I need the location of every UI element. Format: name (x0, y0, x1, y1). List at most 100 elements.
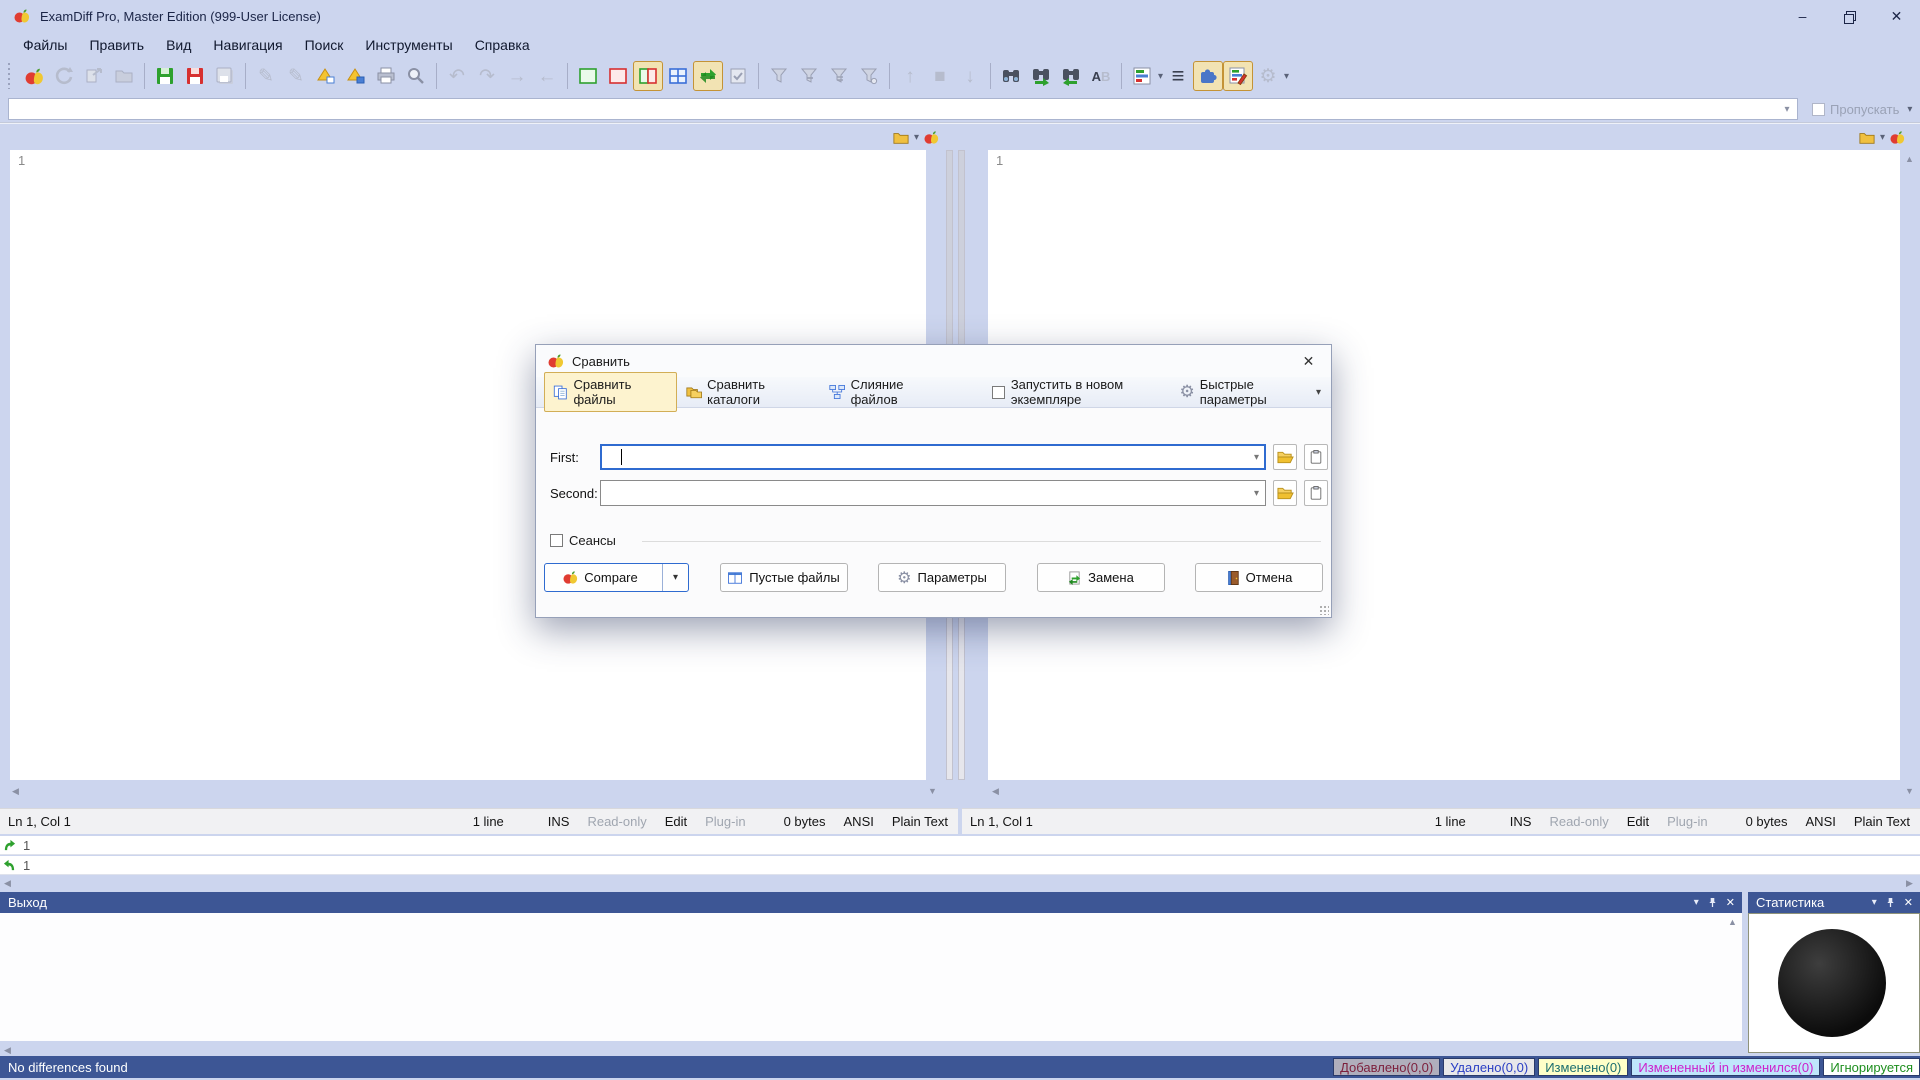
move-up-button[interactable]: ↑ (895, 61, 925, 91)
path-combobox[interactable]: ▾ (8, 98, 1798, 120)
scroll-down-icon[interactable]: ▼ (1905, 786, 1914, 796)
menu-search[interactable]: Поиск (294, 33, 355, 57)
close-icon[interactable]: ✕ (1726, 896, 1735, 909)
skip-checkbox-group[interactable]: Пропускать ▾ (1812, 102, 1912, 117)
chevron-down-icon[interactable]: ▾ (914, 132, 919, 143)
scroll-left-icon[interactable]: ◀ (992, 786, 999, 797)
recompare-button[interactable] (49, 61, 79, 91)
tab-compare-files[interactable]: Сравнить файлы (544, 372, 677, 412)
new-instance-checkbox-group[interactable]: Запустить в новом экземпляре (992, 377, 1180, 407)
app-logo-icon[interactable] (924, 130, 939, 145)
current-difference-button[interactable]: ■ (925, 61, 955, 91)
options-button[interactable]: ⚙ (1253, 61, 1283, 91)
save-both-button[interactable] (210, 61, 240, 91)
menu-navigation[interactable]: Навигация (202, 33, 293, 57)
first-properties-button[interactable] (311, 61, 341, 91)
compare-new-button[interactable] (19, 61, 49, 91)
pin-icon[interactable] (1886, 897, 1895, 908)
find-previous-button[interactable] (1056, 61, 1086, 91)
path-input[interactable] (9, 99, 1777, 119)
toggle-check-button[interactable] (723, 61, 753, 91)
line-inspector-button[interactable]: ≡ (1163, 61, 1193, 91)
filter-4-button[interactable] (854, 61, 884, 91)
edit-second-button[interactable]: ✎ (281, 61, 311, 91)
print-button[interactable] (371, 61, 401, 91)
combo-dropdown-icon[interactable]: ▾ (1777, 104, 1797, 115)
close-icon[interactable]: ✕ (1904, 896, 1913, 909)
options-dropdown-icon[interactable]: ▾ (1284, 71, 1289, 82)
dialog-close-button[interactable]: ✕ (1286, 345, 1331, 377)
panel-menu-icon[interactable]: ▾ (1694, 897, 1699, 908)
edit-first-button[interactable]: ✎ (251, 61, 281, 91)
menu-edit[interactable]: Править (78, 33, 155, 57)
pin-icon[interactable] (1708, 897, 1717, 908)
menu-help[interactable]: Справка (464, 33, 541, 57)
filter-3-button[interactable] (824, 61, 854, 91)
scroll-up-icon[interactable]: ▲ (1905, 154, 1914, 164)
filter-2-button[interactable] (794, 61, 824, 91)
chevron-down-icon[interactable]: ▾ (1880, 132, 1885, 143)
sessions-checkbox-group[interactable]: Сеансы (550, 533, 616, 548)
match-case-button[interactable]: AB (1086, 61, 1116, 91)
first-file-input[interactable] (600, 444, 1266, 470)
move-down-button[interactable]: ↓ (955, 61, 985, 91)
save-second-button[interactable] (180, 61, 210, 91)
combo-dropdown-icon[interactable]: ▾ (1254, 488, 1259, 499)
toolbar-grip[interactable] (8, 63, 13, 89)
minimize-button[interactable]: – (1779, 0, 1826, 32)
previous-difference-button[interactable]: ← (532, 61, 562, 91)
swap-files-button[interactable] (79, 61, 109, 91)
scroll-left-icon[interactable]: ◀ (4, 1045, 11, 1056)
tab-merge-files[interactable]: Слияние файлов (820, 372, 954, 412)
scroll-up-icon[interactable]: ▲ (1728, 917, 1737, 927)
print-preview-button[interactable] (401, 61, 431, 91)
show-first-pane-button[interactable] (573, 61, 603, 91)
cancel-button[interactable]: Отмена (1195, 563, 1323, 592)
merge-row[interactable]: 1 (0, 836, 1920, 855)
sessions-checkbox[interactable] (550, 534, 563, 547)
show-grid-button[interactable] (663, 61, 693, 91)
save-first-button[interactable] (150, 61, 180, 91)
scroll-down-icon[interactable]: ▼ (928, 786, 937, 796)
restore-button[interactable] (1826, 0, 1873, 32)
panel-menu-icon[interactable]: ▾ (1872, 897, 1877, 908)
menu-view[interactable]: Вид (155, 33, 202, 57)
compare-dropdown-button[interactable]: ▾ (662, 564, 688, 591)
undo-button[interactable]: ↶ (442, 61, 472, 91)
edit-report-button[interactable] (1223, 61, 1253, 91)
open-folder-button[interactable] (109, 61, 139, 91)
quick-options-button[interactable]: ⚙ Быстрые параметры ▾ (1179, 377, 1321, 407)
compare-button[interactable]: Compare ▾ (544, 563, 689, 592)
find-button[interactable] (996, 61, 1026, 91)
skip-dropdown-icon[interactable]: ▾ (1907, 104, 1912, 115)
scroll-left-icon[interactable]: ◀ (4, 878, 11, 889)
plugins-button[interactable] (1193, 61, 1223, 91)
show-second-pane-button[interactable] (603, 61, 633, 91)
options-dialog-button[interactable]: ⚙ Параметры (878, 563, 1006, 592)
next-difference-button[interactable]: → (502, 61, 532, 91)
empty-files-button[interactable]: Пустые файлы (720, 563, 848, 592)
second-file-input[interactable] (600, 480, 1266, 506)
app-logo-icon[interactable] (1890, 130, 1905, 145)
skip-checkbox[interactable] (1812, 103, 1825, 116)
browse-second-button[interactable] (1273, 480, 1297, 506)
menu-files[interactable]: Файлы (12, 33, 78, 57)
report-button[interactable] (1127, 61, 1157, 91)
synchronize-scrolling-button[interactable] (693, 61, 723, 91)
combo-dropdown-icon[interactable]: ▾ (1254, 452, 1259, 463)
folder-icon[interactable] (1859, 131, 1875, 145)
find-next-button[interactable] (1026, 61, 1056, 91)
tab-compare-directories[interactable]: Сравнить каталоги (677, 372, 821, 412)
swap-button[interactable]: Замена (1037, 563, 1165, 592)
dialog-resize-grip[interactable] (1319, 605, 1329, 615)
scroll-left-icon[interactable]: ◀ (12, 786, 19, 797)
paste-first-button[interactable] (1304, 444, 1328, 470)
merge-row[interactable]: 1 (0, 856, 1920, 875)
show-split-panes-button[interactable] (633, 61, 663, 91)
merge-scrollbar[interactable]: ◀ ▶ (0, 874, 1920, 890)
paste-second-button[interactable] (1304, 480, 1328, 506)
new-instance-checkbox[interactable] (992, 386, 1005, 399)
browse-first-button[interactable] (1273, 444, 1297, 470)
scroll-right-icon[interactable]: ▶ (1906, 878, 1913, 889)
close-button[interactable]: ✕ (1873, 0, 1920, 32)
